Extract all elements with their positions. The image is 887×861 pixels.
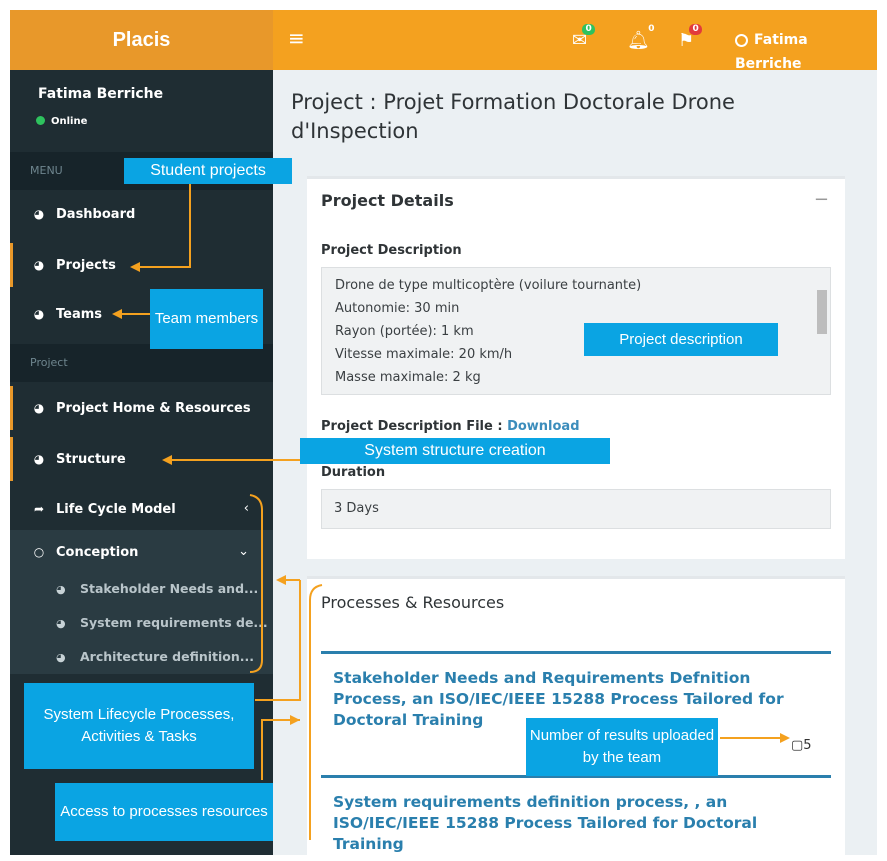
arrowhead-projects — [130, 262, 140, 272]
arrowhead-results — [780, 733, 790, 743]
annotation-structure-creation: System structure creation — [300, 438, 610, 464]
bracket-resources — [309, 584, 323, 840]
annotation-project-description: Project description — [584, 323, 778, 356]
annotation-results-count: Number of results uploaded by the team — [526, 718, 718, 776]
annotation-team-members: Team members — [150, 289, 263, 349]
arrowhead-teams — [112, 309, 122, 319]
arrow-resources — [261, 719, 300, 780]
arrowhead-lifecycle — [276, 575, 286, 585]
annotation-student-projects: Student projects — [124, 158, 292, 184]
annotation-resources-access: Access to processes resources — [55, 783, 273, 841]
arrowhead-resources — [290, 715, 300, 725]
arrowhead-structure — [162, 455, 172, 465]
arrow-projects — [140, 182, 191, 268]
bracket-lifecycle — [249, 494, 263, 673]
annotation-lifecycle: System Lifecycle Processes, Activities &… — [24, 683, 254, 769]
